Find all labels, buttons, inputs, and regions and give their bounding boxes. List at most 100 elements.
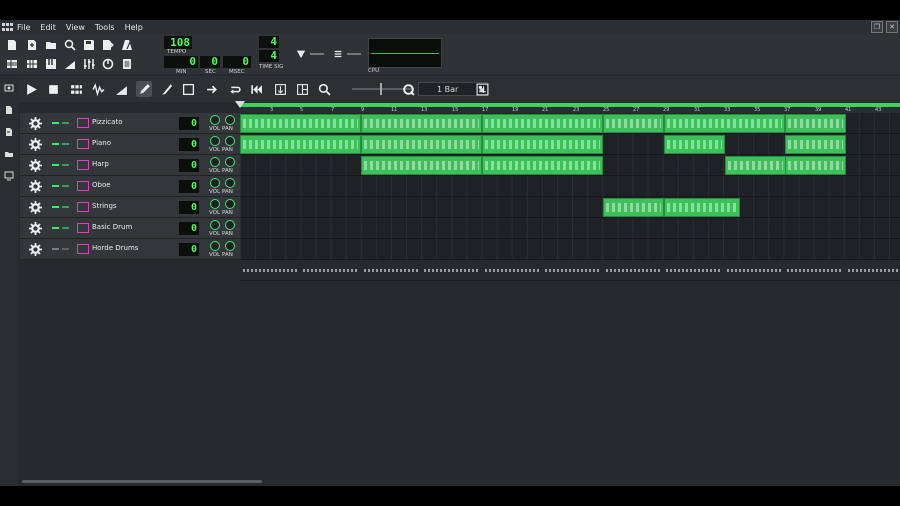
solo-toggle[interactable]	[62, 143, 69, 145]
menu-help[interactable]: Help	[125, 23, 143, 32]
my-samples-icon[interactable]	[4, 105, 14, 115]
solo-toggle[interactable]	[62, 248, 69, 250]
pan-knob[interactable]	[225, 115, 235, 125]
pattern-clip[interactable]	[240, 114, 361, 133]
menu-edit[interactable]: Edit	[40, 23, 56, 32]
beat-segment[interactable]	[606, 269, 661, 272]
pattern-clip[interactable]	[785, 156, 846, 175]
open-project-button[interactable]	[43, 37, 58, 52]
beat-segment[interactable]	[243, 269, 298, 272]
pattern-clip[interactable]	[785, 135, 846, 154]
master-pitch-slider[interactable]	[347, 53, 361, 55]
mute-toggle[interactable]	[52, 227, 59, 229]
beat-segment[interactable]	[303, 269, 358, 272]
loop-points-button[interactable]	[226, 81, 242, 97]
mute-toggle[interactable]	[52, 206, 59, 208]
pan-knob[interactable]	[225, 220, 235, 230]
master-volume-slider[interactable]	[310, 53, 324, 55]
solo-toggle[interactable]	[62, 122, 69, 124]
volume-knob[interactable]	[210, 115, 220, 125]
new-from-template-button[interactable]	[24, 37, 39, 52]
gear-icon[interactable]	[29, 159, 42, 172]
track-name[interactable]: Horde Drums	[92, 244, 138, 252]
instrument-plugin-icon[interactable]	[77, 139, 89, 149]
add-sample-track-button[interactable]	[90, 81, 106, 97]
project-notes-button[interactable]	[119, 56, 134, 71]
add-beat-bassline-button[interactable]	[68, 81, 84, 97]
beat-segment[interactable]	[364, 269, 419, 272]
mute-toggle[interactable]	[52, 164, 59, 166]
my-projects-icon[interactable]	[4, 83, 14, 93]
pattern-clip[interactable]	[240, 135, 361, 154]
volume-knob[interactable]	[210, 220, 220, 230]
solo-toggle[interactable]	[62, 227, 69, 229]
close-window-button[interactable]: ✕	[886, 21, 898, 33]
controller-rack-button[interactable]	[100, 56, 115, 71]
proportional-snap-button[interactable]	[474, 81, 490, 97]
playhead-marker[interactable]	[235, 101, 245, 108]
solo-toggle[interactable]	[62, 206, 69, 208]
beat-segment[interactable]	[545, 269, 600, 272]
instrument-plugin-icon[interactable]	[77, 181, 89, 191]
instrument-plugin-icon[interactable]	[77, 244, 89, 254]
zoom-slider-handle[interactable]	[380, 83, 382, 95]
track-name[interactable]: Harp	[92, 160, 109, 168]
pattern-clip[interactable]	[482, 135, 603, 154]
instrument-plugin-icon[interactable]	[77, 202, 89, 212]
horizontal-scrollbar[interactable]	[22, 480, 262, 483]
mute-toggle[interactable]	[52, 143, 59, 145]
volume-knob[interactable]	[210, 178, 220, 188]
pattern-clip[interactable]	[603, 198, 664, 217]
pattern-clip[interactable]	[664, 135, 725, 154]
pattern-clip[interactable]	[725, 156, 786, 175]
auto-scroll-button[interactable]	[204, 81, 220, 97]
track-name[interactable]: Oboe	[92, 181, 111, 189]
volume-knob[interactable]	[210, 241, 220, 251]
export-project-button[interactable]	[100, 37, 115, 52]
pattern-clip[interactable]	[664, 198, 740, 217]
solo-toggle[interactable]	[62, 185, 69, 187]
beat-segment[interactable]	[848, 269, 898, 272]
save-project-button[interactable]	[81, 37, 96, 52]
pattern-clip[interactable]	[361, 114, 482, 133]
beat-segment[interactable]	[727, 269, 782, 272]
gear-icon[interactable]	[29, 180, 42, 193]
mute-toggle[interactable]	[52, 185, 59, 187]
pattern-clip[interactable]	[361, 156, 482, 175]
pattern-clip[interactable]	[482, 156, 603, 175]
menu-view[interactable]: View	[66, 23, 85, 32]
gear-icon[interactable]	[29, 243, 42, 256]
track-name[interactable]: Basic Drum	[92, 223, 132, 231]
mixer-button[interactable]	[81, 56, 96, 71]
pan-knob[interactable]	[225, 157, 235, 167]
gear-icon[interactable]	[29, 222, 42, 235]
my-presets-icon[interactable]	[4, 127, 14, 137]
instrument-plugin-icon[interactable]	[77, 223, 89, 233]
song-editor-grid[interactable]	[240, 113, 900, 260]
play-button[interactable]	[23, 81, 39, 97]
volume-knob[interactable]	[210, 136, 220, 146]
computer-icon[interactable]	[4, 171, 14, 181]
add-automation-track-button[interactable]	[113, 81, 129, 97]
new-project-button[interactable]	[4, 37, 19, 52]
recent-projects-button[interactable]	[62, 37, 77, 52]
beat-segment[interactable]	[666, 269, 721, 272]
select-mode-button[interactable]	[180, 81, 196, 97]
timeline-ruler[interactable]: 3 5 7 9 11 13 15 17 19 21 23 25 27 29 31…	[240, 103, 900, 113]
loop-region-bar[interactable]	[240, 103, 900, 107]
gear-icon[interactable]	[29, 138, 42, 151]
pattern-clip[interactable]	[664, 114, 785, 133]
time-signature-denominator[interactable]: 4	[259, 50, 279, 62]
song-editor-button[interactable]	[4, 56, 19, 71]
my-home-icon[interactable]	[4, 149, 14, 159]
pan-knob[interactable]	[225, 178, 235, 188]
instrument-plugin-icon[interactable]	[77, 160, 89, 170]
mute-toggle[interactable]	[52, 122, 59, 124]
instrument-plugin-icon[interactable]	[77, 118, 89, 128]
stop-button[interactable]	[45, 81, 61, 97]
remove-bar-button[interactable]	[294, 81, 310, 97]
beat-segment[interactable]	[787, 269, 842, 272]
pan-knob[interactable]	[225, 199, 235, 209]
solo-toggle[interactable]	[62, 164, 69, 166]
beat-segment[interactable]	[485, 269, 540, 272]
